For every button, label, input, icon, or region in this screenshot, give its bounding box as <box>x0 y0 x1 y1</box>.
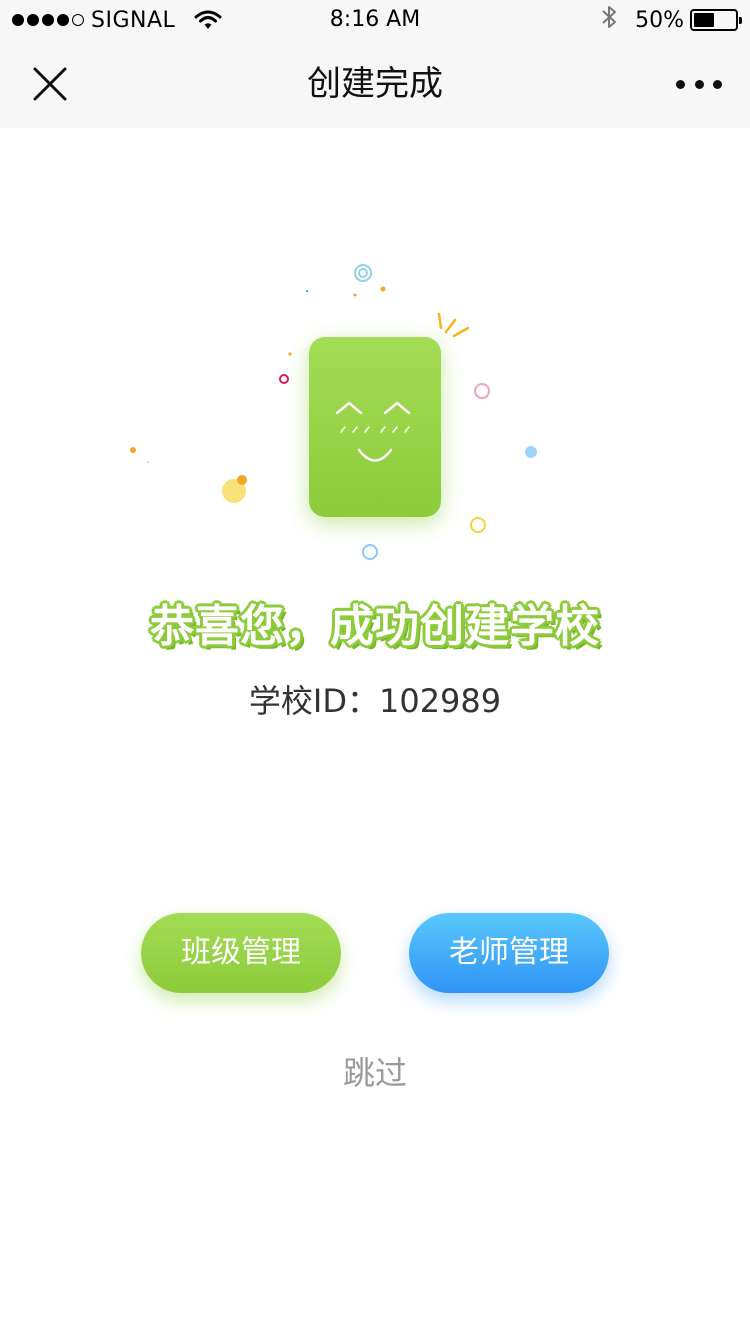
school-id-value: 102989 <box>378 682 502 720</box>
success-illustration <box>120 250 630 570</box>
close-icon[interactable] <box>30 64 70 104</box>
status-bar: SIGNAL 8:16 AM 50% <box>0 0 750 40</box>
battery-percentage: 50% <box>635 7 684 33</box>
bluetooth-icon <box>601 5 617 35</box>
school-id-label: 学校ID： <box>248 682 379 720</box>
navigation-bar: 创建完成 <box>0 40 750 128</box>
more-icon[interactable] <box>676 70 722 98</box>
teacher-management-button[interactable]: 老师管理 <box>409 913 609 993</box>
school-id: 学校ID：102989 <box>0 676 750 722</box>
class-management-button[interactable]: 班级管理 <box>141 913 341 993</box>
page-title: 创建完成 <box>307 64 443 104</box>
battery-icon <box>690 9 742 31</box>
skip-link[interactable]: 跳过 <box>0 1048 750 1094</box>
success-headline: 恭喜您，成功创建学校 <box>150 601 600 652</box>
battery-level <box>694 13 714 27</box>
smiling-card-mascot <box>309 337 441 517</box>
